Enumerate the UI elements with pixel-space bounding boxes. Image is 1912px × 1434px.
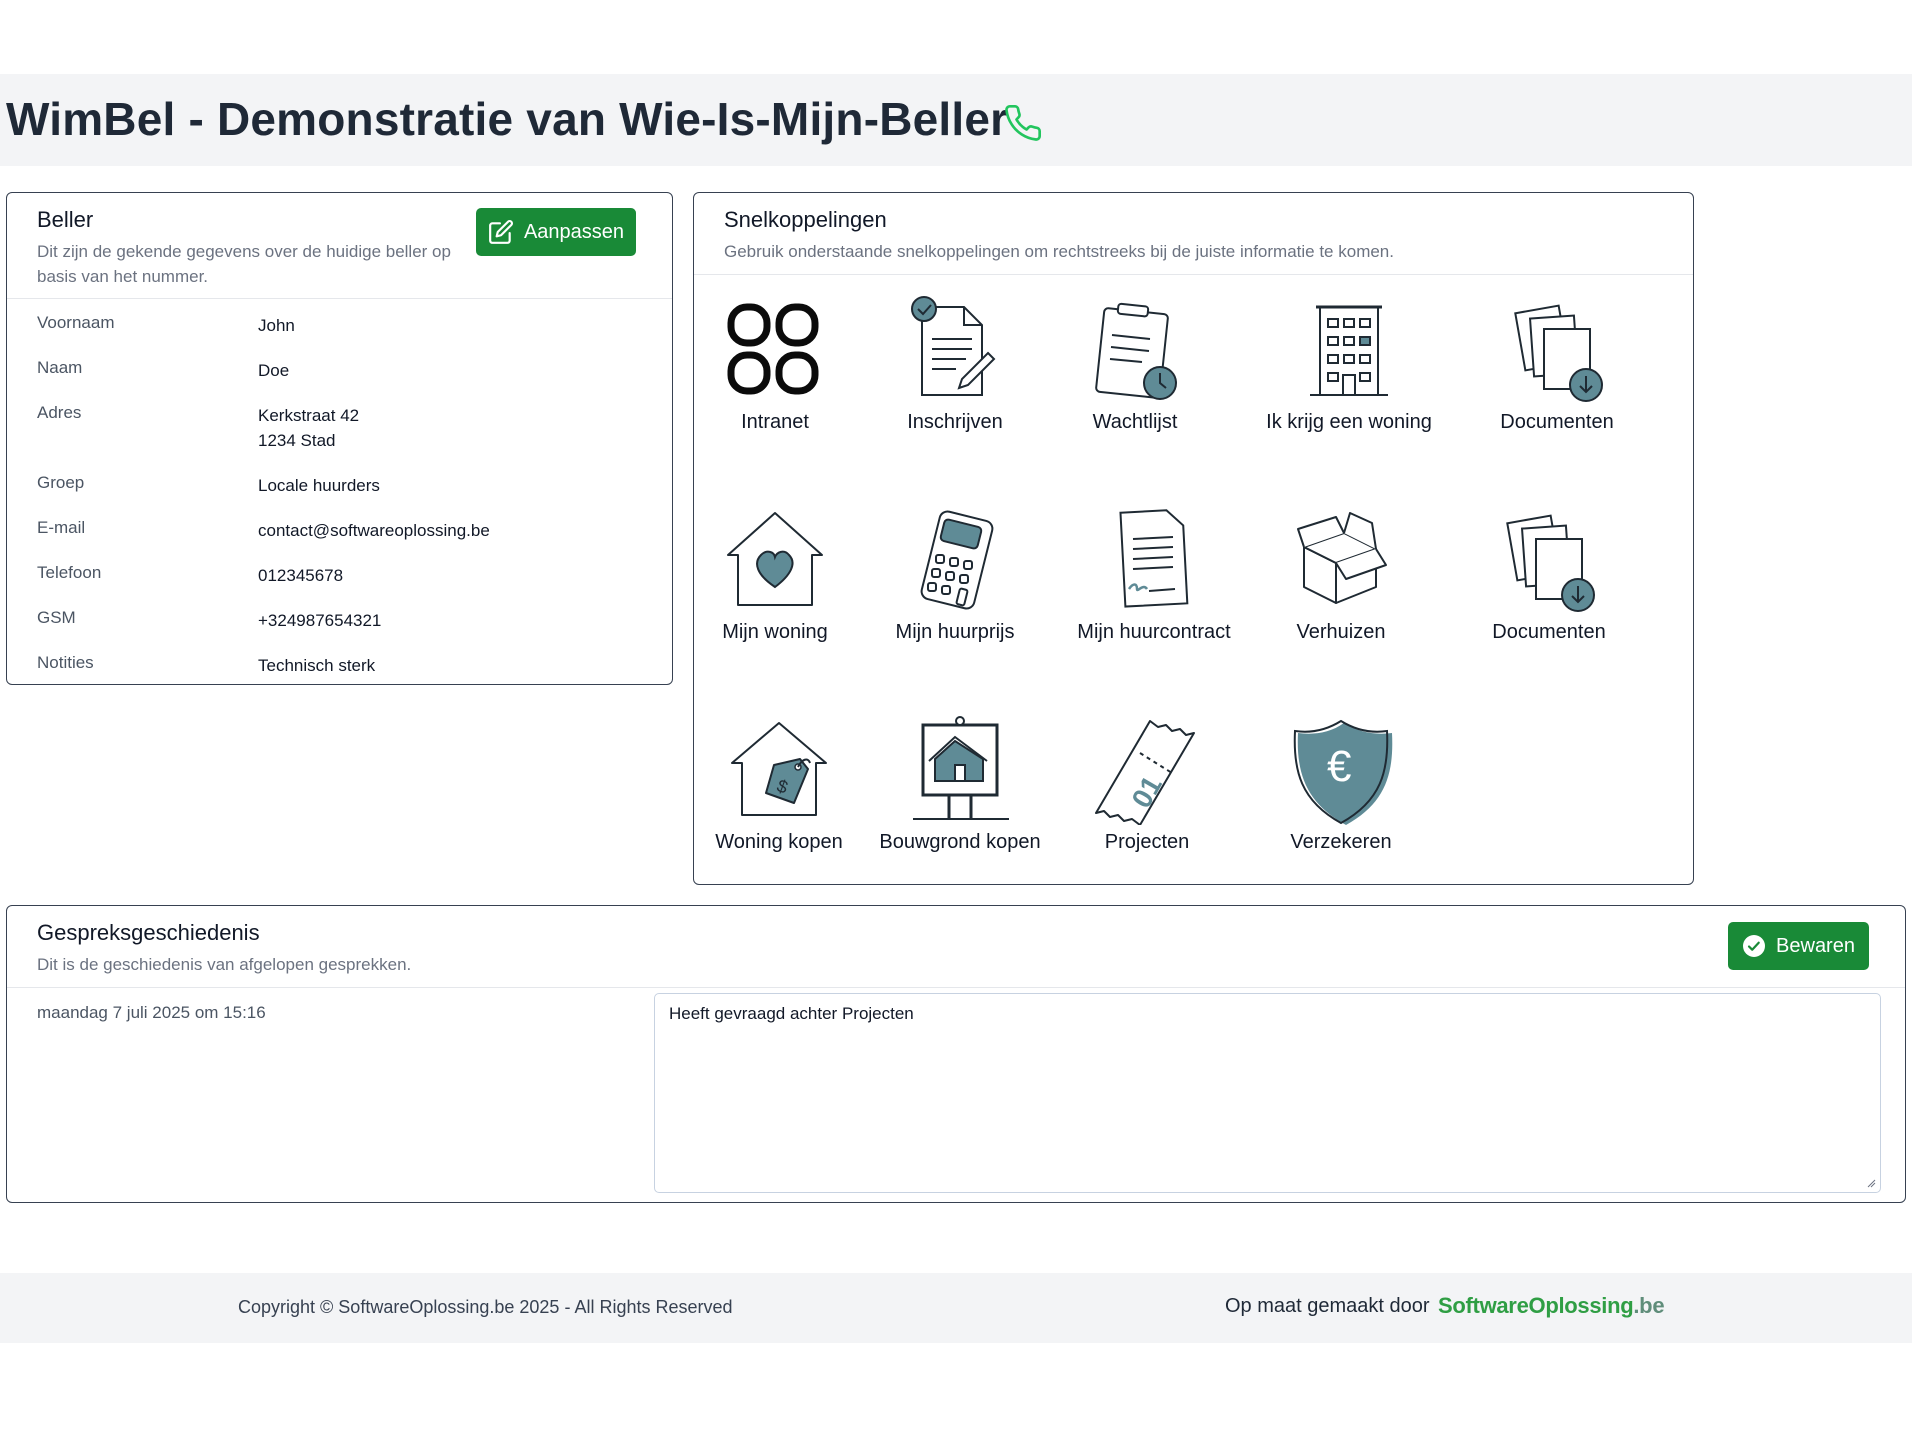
detail-label: E-mail xyxy=(37,518,86,537)
clipboard-clock-icon xyxy=(1095,302,1177,400)
land-sign-icon xyxy=(913,716,1009,820)
edit-button[interactable]: Aanpassen xyxy=(476,208,636,256)
check-circle-icon xyxy=(1743,935,1766,957)
footer-made-by: Op maat gemaakt door xyxy=(1225,1295,1430,1317)
beller-card: Beller Dit zijn de gekende gegevens over… xyxy=(6,192,673,685)
svg-text:€: € xyxy=(1327,742,1351,791)
shortcut-mijn-huurcontract[interactable]: Mijn huurcontract xyxy=(1064,505,1244,644)
shortcut-label: Verhuizen xyxy=(1296,621,1386,643)
history-divider xyxy=(7,987,1905,988)
detail-value: contact@softwareoplossing.be xyxy=(258,521,490,540)
beller-divider xyxy=(7,298,672,299)
documents-download-icon xyxy=(1506,514,1595,612)
footer: Copyright © SoftwareOplossing.be 2025 - … xyxy=(0,1273,1912,1343)
history-entry-date: maandag 7 juli 2025 om 15:16 xyxy=(37,1003,266,1022)
shortcut-verhuizen[interactable]: Verhuizen xyxy=(1274,505,1408,644)
edit-button-label: Aanpassen xyxy=(523,220,625,243)
shortcut-label: Ik krijg een woning xyxy=(1266,411,1432,433)
phone-icon xyxy=(1005,104,1042,141)
shortcut-woning-kopen[interactable]: $ Woning kopen xyxy=(704,715,854,854)
shortcuts-card: Snelkoppelingen Gebruik onderstaande sne… xyxy=(693,192,1694,885)
shortcut-label: Woning kopen xyxy=(715,831,843,853)
shortcuts-title: Snelkoppelingen xyxy=(724,207,887,232)
house-price-tag-icon: $ xyxy=(731,722,827,816)
shortcut-label: Wachtlijst xyxy=(1092,411,1178,433)
documents-download-icon xyxy=(1514,304,1603,402)
detail-value: Locale huurders xyxy=(258,476,380,495)
contract-icon xyxy=(1119,509,1189,608)
moving-box-icon xyxy=(1297,512,1387,604)
brand-logo-link[interactable]: SoftwareOplossing.be xyxy=(1438,1293,1665,1319)
beller-subtitle: Dit zijn de gekende gegevens over de hui… xyxy=(37,242,451,286)
detail-label: GSM xyxy=(37,608,76,627)
shortcut-intranet[interactable]: Intranet xyxy=(708,295,842,434)
resize-grip-icon[interactable] xyxy=(1866,1178,1876,1188)
shortcut-label: Inschrijven xyxy=(907,411,1003,433)
history-note-text: Heeft gevraagd achter Projecten xyxy=(669,1004,914,1023)
detail-value: Kerkstraat 42 1234 Stad xyxy=(258,406,360,450)
detail-label: Telefoon xyxy=(37,563,102,582)
shortcut-verzekeren[interactable]: € Verzekeren xyxy=(1274,715,1408,854)
shortcut-label: Mijn huurprijs xyxy=(895,621,1015,643)
shortcut-documenten-1[interactable]: Documenten xyxy=(1477,295,1637,434)
detail-label: Naam xyxy=(37,358,83,377)
shortcut-bouwgrond-kopen[interactable]: Bouwgrond kopen xyxy=(870,715,1050,854)
grid-icon xyxy=(727,303,819,395)
shortcut-label: Bouwgrond kopen xyxy=(879,831,1041,853)
shortcut-label: Projecten xyxy=(1104,831,1190,853)
house-heart-icon xyxy=(727,512,823,606)
shortcut-label: Documenten xyxy=(1492,621,1606,643)
detail-label: Adres xyxy=(37,403,82,422)
shortcut-label: Documenten xyxy=(1500,411,1614,433)
save-button-label: Bewaren xyxy=(1776,934,1855,957)
detail-value: 012345678 xyxy=(258,566,344,585)
history-note-textarea[interactable]: Heeft gevraagd achter Projecten xyxy=(654,993,1881,1193)
history-title: Gespreksgeschiedenis xyxy=(37,920,260,945)
detail-value: Technisch sterk xyxy=(258,656,376,675)
signup-document-icon xyxy=(911,296,996,396)
shortcut-ik-krijg-een-woning[interactable]: Ik krijg een woning xyxy=(1249,295,1449,434)
detail-label: Notities xyxy=(37,653,94,672)
beller-title: Beller xyxy=(37,207,94,232)
apartment-building-icon xyxy=(1310,305,1388,396)
edit-icon xyxy=(489,220,513,244)
history-card: Gespreksgeschiedenis Dit is de geschiede… xyxy=(6,905,1906,1203)
history-subtitle: Dit is de geschiedenis van afgelopen ges… xyxy=(37,955,412,974)
page-title: WimBel - Demonstratie van Wie-Is-Mijn-Be… xyxy=(6,93,1009,145)
detail-label: Voornaam xyxy=(37,313,115,332)
shortcut-label: Mijn woning xyxy=(722,621,828,643)
detail-value: John xyxy=(258,316,295,335)
shortcuts-subtitle: Gebruik onderstaande snelkoppelingen om … xyxy=(724,242,1394,261)
shortcut-wachtlijst[interactable]: Wachtlijst xyxy=(1068,295,1202,434)
save-button[interactable]: Bewaren xyxy=(1728,922,1869,970)
calculator-icon xyxy=(920,510,994,610)
euro-shield-icon: € xyxy=(1293,719,1393,825)
shortcut-mijn-huurprijs[interactable]: Mijn huurprijs xyxy=(874,505,1036,644)
brand-name: SoftwareOplossing xyxy=(1438,1293,1634,1318)
shortcut-inschrijven[interactable]: Inschrijven xyxy=(888,295,1022,434)
shortcut-documenten-2[interactable]: Documenten xyxy=(1469,505,1629,644)
footer-copyright: Copyright © SoftwareOplossing.be 2025 - … xyxy=(238,1297,733,1317)
brand-tld: .be xyxy=(1633,1293,1665,1318)
shortcut-mijn-woning[interactable]: Mijn woning xyxy=(704,505,846,644)
detail-label: Groep xyxy=(37,473,85,492)
detail-value: +324987654321 xyxy=(258,611,382,630)
shortcuts-divider xyxy=(694,274,1693,275)
shortcut-projecten[interactable]: 01 Projecten xyxy=(1080,715,1214,854)
ticket-icon: 01 xyxy=(1095,720,1195,825)
detail-value: Doe xyxy=(258,361,290,380)
shortcut-label: Intranet xyxy=(741,411,809,433)
shortcut-label: Verzekeren xyxy=(1290,831,1392,853)
shortcut-label: Mijn huurcontract xyxy=(1077,621,1231,643)
